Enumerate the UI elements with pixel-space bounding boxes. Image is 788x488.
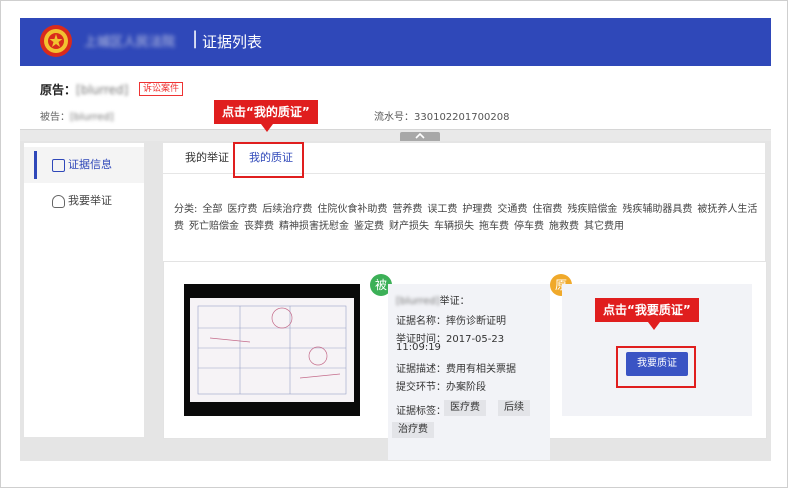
plaintiff-name: [blurred] [76,83,129,97]
highlight-tab-box [233,142,304,178]
category-item[interactable]: 车辆损失 [434,221,474,232]
evidence-submit-icon [52,195,65,208]
field-value: 费用有相关票据 [446,364,516,375]
category-item[interactable]: 死亡赔偿金 [189,221,239,232]
court-name: 上城区人民法院 [84,35,176,50]
serial-label: 流水号： [374,112,414,123]
category-item[interactable]: 停车费 [514,221,544,232]
button-callout-arrow [648,322,660,330]
evidence-details: [blurred]举证： 证据名称：摔伤诊断证明 举证时间：2017-05-23… [388,284,550,460]
field-value: 2017-05-23 [446,334,505,345]
category-item[interactable]: 鉴定费 [354,221,384,232]
sidebar-item-submit-evidence[interactable]: 我要举证 [24,183,144,219]
sidebar: 证据信息 我要举证 [24,143,144,437]
tab-callout-arrow [261,124,273,132]
main-panel: 我的举证 我的质证 分类: 全部 医疗费 后续治疗费 住院伙食补助费 营养费 误工费 护理费交… [163,143,767,460]
active-indicator [34,151,37,179]
document-list-icon [52,159,65,172]
submitter: [blurred]举证： [396,292,470,307]
plaintiff-label: 原告： [40,83,77,97]
field-label: 提交环节： [396,382,446,393]
field-value: 办案阶段 [446,382,486,393]
category-item[interactable]: 其它费用 [584,221,624,232]
top-header: 上城区人民法院 | 证据列表 [20,18,771,66]
case-type-badge: 诉讼案件 [139,82,184,96]
document-scan-icon [197,305,347,395]
tags-label: 证据标签： [396,406,446,417]
category-item[interactable]: 丧葬费 [244,221,274,232]
tab-my-evidence[interactable]: 我的举证 [185,143,229,173]
defendant-label: 被告： [40,112,70,123]
evidence-time-clock: 11:09:19 [396,342,441,353]
category-item[interactable]: 财产损失 [389,221,429,232]
category-item[interactable]: 医疗费 [227,204,257,215]
court-emblem-icon [40,25,72,57]
page-title: 证据列表 [202,33,263,51]
case-info-panel: 原告：[blurred] 诉讼案件 被告：[blurred] 流水号：33010… [20,66,771,129]
category-item[interactable]: 拖车费 [479,221,509,232]
sidebar-item-label: 我要举证 [68,194,112,207]
evidence-name: 证据名称：摔伤诊断证明 [396,312,506,327]
category-item[interactable]: 住院伙食补助费 [317,204,387,215]
category-item[interactable]: 护理费 [462,204,492,215]
defendant-value: [blurred] [70,112,114,123]
highlight-button-box [616,346,696,388]
button-callout: 点击“我要质证” [595,298,699,322]
submitter-label: 举证： [439,296,470,307]
category-item[interactable]: 全部 [202,204,222,215]
plaintiff: 原告：[blurred] [40,81,128,98]
category-item[interactable]: 营养费 [392,204,422,215]
category-item[interactable]: 误工费 [427,204,457,215]
category-item[interactable]: 精神损害抚慰金 [279,221,349,232]
field-label: 证据描述： [396,364,446,375]
defendant: 被告：[blurred] [40,108,114,123]
field-label: 证据名称： [396,316,446,327]
tab-callout: 点击“我的质证” [214,100,318,124]
chevron-up-icon [415,132,425,139]
category-item[interactable]: 交通费 [497,204,527,215]
evidence-tag[interactable]: 后续 [498,400,530,416]
category-filter: 分类: 全部 医疗费 后续治疗费 住院伙食补助费 营养费 误工费 护理费 交通费 住宿费 残疾赔偿金… [174,201,764,235]
sidebar-item-evidence-info[interactable]: 证据信息 [24,147,144,183]
sidebar-item-label: 证据信息 [68,158,112,171]
submission-stage: 提交环节：办案阶段 [396,378,486,393]
category-item[interactable]: 残疾赔偿金 [567,204,617,215]
category-item[interactable]: 残疾辅助器具费 [622,204,692,215]
category-label: 分类: [174,204,198,215]
field-value: 摔伤诊断证明 [446,316,506,327]
evidence-description: 证据描述：费用有相关票据 [396,360,516,375]
evidence-thumbnail[interactable] [184,284,360,416]
serial-value: 330102201700208 [414,112,510,123]
evidence-tag[interactable]: 医疗费 [444,400,486,416]
evidence-tag[interactable]: 治疗费 [392,422,434,438]
category-item[interactable]: 后续治疗费 [262,204,312,215]
category-item[interactable]: 住宿费 [532,204,562,215]
document-image [190,298,354,402]
title-separator: | [192,28,199,49]
category-item[interactable]: 施救费 [549,221,579,232]
serial-number: 流水号：330102201700208 [374,108,509,123]
submitter-name: [blurred] [396,296,440,307]
